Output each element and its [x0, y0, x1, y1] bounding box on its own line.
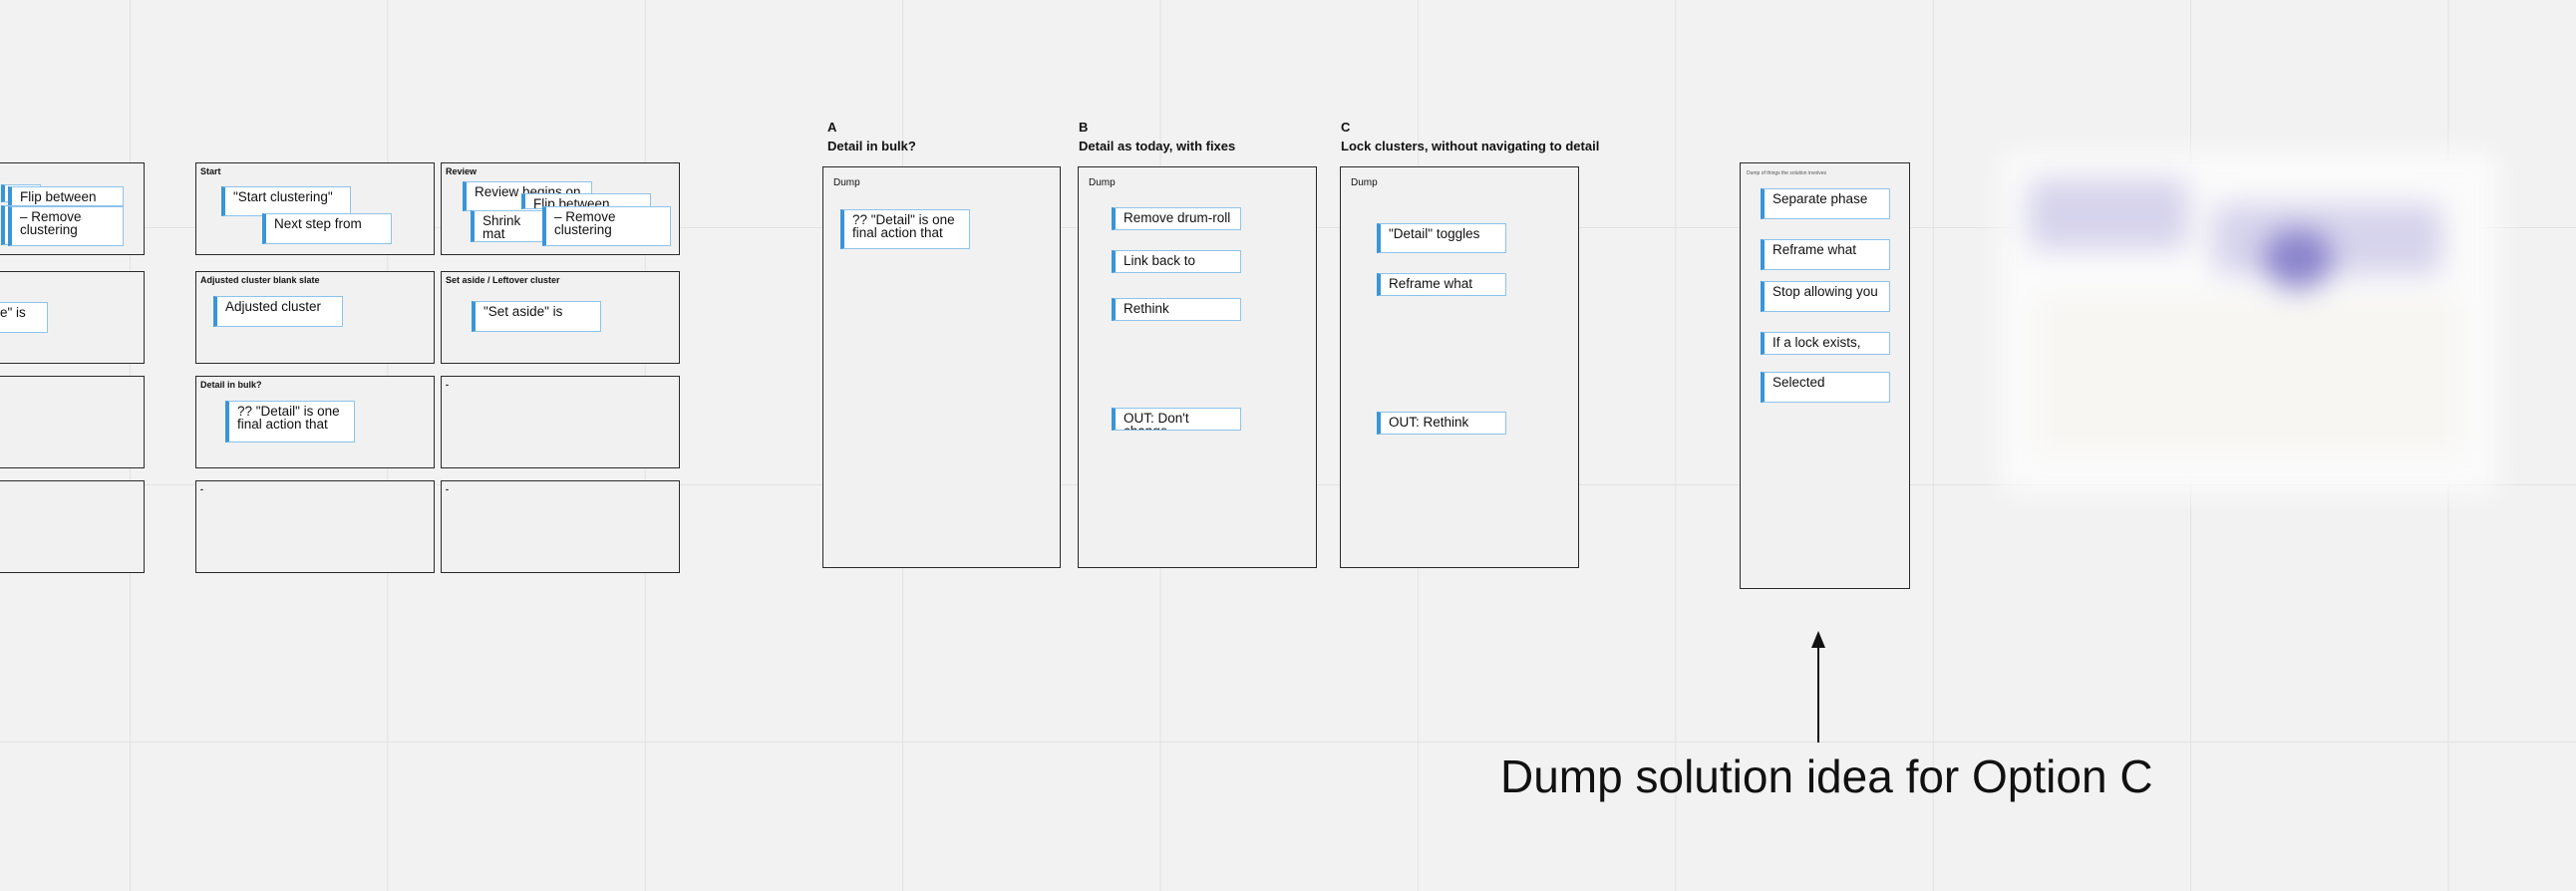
frame-title: Start — [200, 166, 221, 176]
frame-adjusted-cluster[interactable]: Adjusted cluster blank slate Adjusted cl… — [195, 271, 435, 364]
frame-empty[interactable]: - — [195, 480, 435, 573]
annotation-label[interactable]: Dump solution idea for Option C — [1500, 749, 2153, 803]
frame-empty[interactable]: - — [441, 480, 680, 573]
frame-column-b-dump[interactable]: Dump Remove drum-roll Link back to Rethi… — [1078, 166, 1317, 568]
sticky-note[interactable]: Reframe what — [1761, 239, 1890, 270]
sticky-note[interactable]: ?? "Detail" is one final action that — [840, 209, 970, 249]
frame-set-aside[interactable]: Set aside / Leftover cluster "Set aside"… — [441, 271, 680, 364]
column-a-title: Detail in bulk? — [827, 139, 916, 153]
sticky-note[interactable]: e" is — [0, 302, 48, 333]
sticky-note[interactable]: Rethink — [1112, 298, 1241, 321]
sticky-note[interactable]: ?? "Detail" is one final action that — [225, 401, 355, 443]
frame-column-c-dump[interactable]: Dump "Detail" toggles Reframe what OUT: … — [1340, 166, 1579, 568]
sticky-note[interactable]: – Remove clustering — [542, 206, 671, 246]
sticky-note[interactable]: "Start clustering" — [221, 186, 351, 216]
frame-left-4[interactable] — [0, 480, 145, 573]
frame-title: Dump — [833, 177, 860, 188]
blur-shape — [2029, 179, 2188, 249]
sticky-note[interactable]: Separate phase — [1761, 188, 1890, 219]
blur-shape — [2263, 229, 2333, 289]
whiteboard-canvas[interactable]: Flip between – Remove clustering e" is S… — [0, 0, 2576, 891]
sticky-note[interactable]: Reframe what — [1377, 273, 1506, 296]
column-b-title: Detail as today, with fixes — [1079, 139, 1236, 153]
frame-title: Review — [446, 166, 478, 176]
frame-title: - — [446, 380, 449, 390]
sticky-note[interactable]: Link back to — [1112, 250, 1241, 273]
sticky-note[interactable]: Stop allowing you — [1761, 281, 1890, 312]
frame-left-3[interactable] — [0, 376, 145, 468]
sticky-note[interactable]: Next step from — [262, 213, 392, 244]
frame-title: Adjusted cluster blank slate — [200, 275, 320, 285]
sticky-note[interactable]: Adjusted cluster — [213, 296, 343, 327]
frame-title: Dump — [1351, 177, 1378, 188]
frame-review[interactable]: Review Review begins on Shrink mat Flip … — [441, 162, 680, 255]
frame-start[interactable]: Start "Start clustering" Next step from — [195, 162, 435, 255]
column-c-letter: C — [1341, 120, 1351, 135]
frame-title: Set aside / Leftover cluster — [446, 275, 560, 285]
frame-left-2[interactable]: e" is — [0, 271, 145, 364]
sticky-note[interactable]: If a lock exists, — [1761, 332, 1890, 355]
blur-card — [2039, 299, 2459, 450]
sticky-note[interactable]: "Detail" toggles — [1377, 223, 1506, 253]
sticky-note[interactable]: OUT: Rethink — [1377, 412, 1506, 435]
column-b-letter: B — [1079, 120, 1089, 135]
frame-title: Dump — [1089, 177, 1116, 188]
sticky-note[interactable]: Remove drum-roll — [1112, 207, 1241, 230]
column-a-letter: A — [827, 120, 837, 135]
frame-solution-dump[interactable]: Dump of things the solution involves Sep… — [1740, 162, 1910, 589]
sticky-note[interactable]: – Remove clustering — [8, 206, 124, 246]
frame-empty[interactable]: - — [441, 376, 680, 468]
sticky-note[interactable]: Shrink mat — [471, 210, 550, 242]
frame-title: - — [446, 484, 449, 494]
frame-column-a-dump[interactable]: Dump ?? "Detail" is one final action tha… — [822, 166, 1061, 568]
column-c-title: Lock clusters, without navigating to det… — [1341, 139, 1600, 153]
sticky-note[interactable]: Flip between — [8, 186, 124, 206]
sticky-note[interactable]: "Set aside" is — [472, 301, 601, 332]
sticky-note[interactable]: OUT: Don't change — [1112, 408, 1241, 431]
frame-title: Dump of things the solution involves — [1747, 170, 1827, 176]
frame-title: Detail in bulk? — [200, 380, 262, 390]
frame-title: - — [200, 484, 203, 494]
frame-detail-in-bulk[interactable]: Detail in bulk? ?? "Detail" is one final… — [195, 376, 435, 468]
arrow-line — [1817, 643, 1819, 742]
sticky-note[interactable]: Selected — [1761, 372, 1890, 403]
blurred-embedded-screenshot — [1999, 149, 2517, 508]
frame-left-1[interactable]: Flip between – Remove clustering — [0, 162, 145, 255]
